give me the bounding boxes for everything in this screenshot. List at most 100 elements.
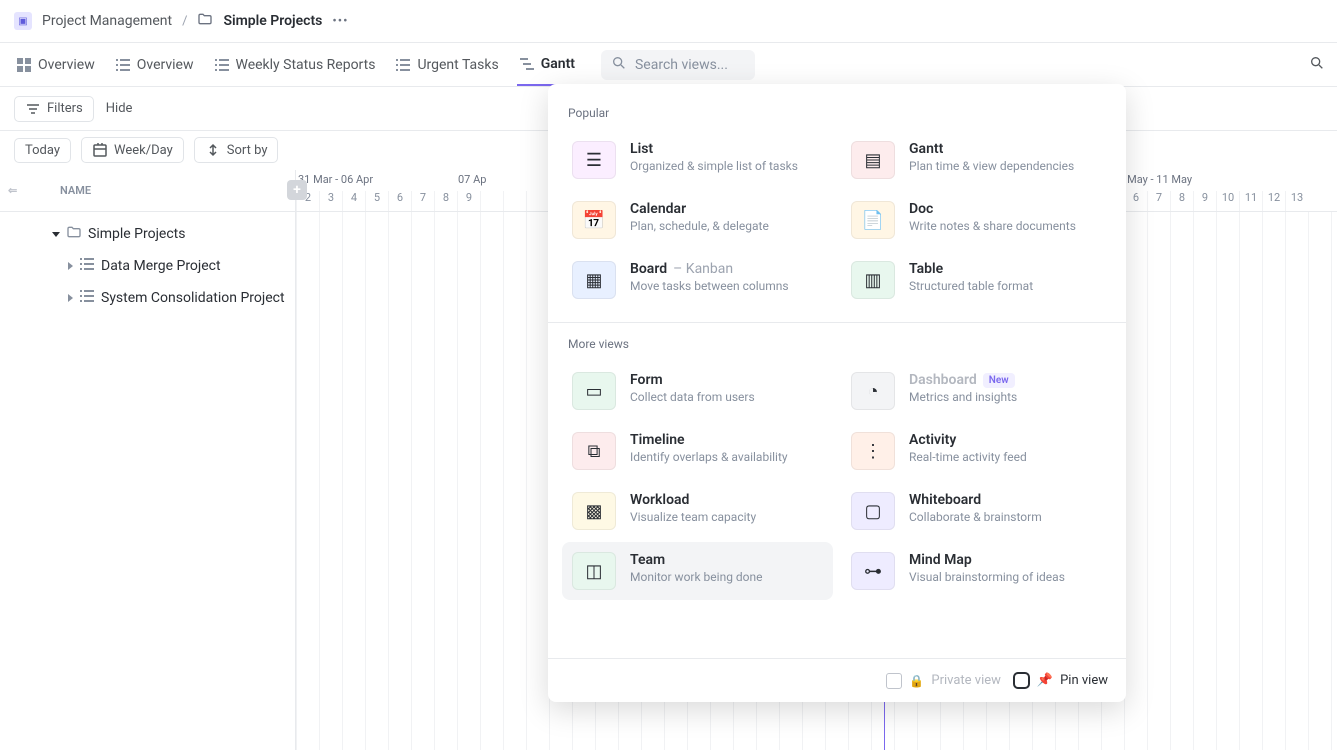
- views-tabs: Overview Overview Weekly Status Reports …: [0, 43, 1337, 87]
- day-cell: 8: [434, 191, 457, 211]
- tab-urgent-tasks[interactable]: Urgent Tasks: [393, 43, 500, 86]
- list-icon: [115, 57, 131, 73]
- day-cell: 7: [411, 191, 434, 211]
- view-option-calendar[interactable]: 📅 CalendarPlan, schedule, & delegate: [562, 191, 833, 249]
- tree-folder-simple-projects[interactable]: Simple Projects: [0, 218, 295, 250]
- date-range-label: 07 Ap: [458, 173, 486, 186]
- doc-thumb-icon: 📄: [851, 201, 895, 239]
- day-cell: 9: [1193, 191, 1216, 211]
- project-tree: Simple Projects Data Merge Project Syste…: [0, 212, 295, 314]
- day-cell: [526, 191, 549, 211]
- view-option-whiteboard[interactable]: ▢ WhiteboardCollaborate & brainstorm: [841, 482, 1112, 540]
- activity-thumb-icon: ⋮: [851, 432, 895, 470]
- day-cell: 6: [388, 191, 411, 211]
- today-button[interactable]: Today: [14, 138, 71, 163]
- tree-item-system-consolidation[interactable]: System Consolidation Project: [0, 282, 295, 314]
- form-thumb-icon: ▭: [572, 372, 616, 410]
- breadcrumb: ▣ Project Management / Simple Projects •…: [0, 0, 1337, 43]
- gantt-sidebar: ⇐ NAME + Simple Projects Data Merge Proj…: [0, 170, 296, 750]
- list-icon: [395, 57, 411, 73]
- checkbox-icon: [1013, 672, 1030, 689]
- dashboard-icon: [16, 57, 32, 73]
- more-menu-button[interactable]: •••: [332, 14, 348, 29]
- breadcrumb-current[interactable]: Simple Projects: [223, 13, 322, 29]
- list-thumb-icon: ☰: [572, 141, 616, 179]
- view-option-table[interactable]: ▥ TableStructured table format: [841, 251, 1112, 309]
- list-icon: [79, 288, 95, 308]
- filters-label: Filters: [47, 101, 83, 116]
- tree-item-label: Data Merge Project: [101, 258, 221, 274]
- name-column-header: ⇐ NAME +: [0, 170, 295, 212]
- tab-label: Urgent Tasks: [417, 57, 498, 73]
- view-option-doc[interactable]: 📄 DocWrite notes & share documents: [841, 191, 1112, 249]
- view-option-gantt[interactable]: ▤ GanttPlan time & view dependencies: [841, 131, 1112, 189]
- day-cell: 8: [1170, 191, 1193, 211]
- timeline-thumb-icon: ⧉: [572, 432, 616, 470]
- tree-item-data-merge[interactable]: Data Merge Project: [0, 250, 295, 282]
- filters-button[interactable]: Filters: [14, 96, 94, 122]
- divider: [548, 322, 1126, 323]
- section-popular: Popular: [548, 98, 1126, 130]
- folder-icon: [66, 224, 82, 244]
- date-range-label: 31 Mar - 06 Apr: [298, 173, 373, 186]
- day-cell: 11: [1239, 191, 1262, 211]
- view-picker-dropdown: Popular ☰ ListOrganized & simple list of…: [548, 84, 1126, 702]
- tab-gantt[interactable]: Gantt: [517, 43, 577, 86]
- add-button[interactable]: +: [287, 180, 307, 200]
- view-picker-scroll[interactable]: Popular ☰ ListOrganized & simple list of…: [548, 84, 1126, 658]
- breadcrumb-workspace[interactable]: Project Management: [42, 13, 172, 29]
- mindmap-thumb-icon: ⊶: [851, 552, 895, 590]
- hide-button[interactable]: Hide: [106, 101, 133, 116]
- day-cell: 9: [457, 191, 480, 211]
- breadcrumb-separator: /: [182, 14, 187, 29]
- weekday-button[interactable]: Week/Day: [81, 137, 184, 163]
- tab-label: Overview: [38, 57, 95, 73]
- chevron-right-icon: [68, 294, 73, 302]
- tree-item-label: System Consolidation Project: [101, 290, 285, 306]
- search-placeholder: Search views...: [635, 57, 728, 73]
- view-option-board[interactable]: ▦ Board – KanbanMove tasks between colum…: [562, 251, 833, 309]
- view-option-mindmap[interactable]: ⊶ Mind MapVisual brainstorming of ideas: [841, 542, 1112, 600]
- day-cell: 7: [1147, 191, 1170, 211]
- tab-overview-dashboard[interactable]: Overview: [14, 43, 97, 86]
- day-cell: 3: [319, 191, 342, 211]
- pin-view-toggle[interactable]: 📌 Pin view: [1013, 672, 1108, 689]
- dropdown-footer: 🔒 Private view 📌 Pin view: [548, 658, 1126, 702]
- day-cell: [480, 191, 503, 211]
- calendar-thumb-icon: 📅: [572, 201, 616, 239]
- chevron-down-icon: [52, 232, 60, 237]
- lock-icon: 🔒: [909, 674, 924, 688]
- board-thumb-icon: ▦: [572, 261, 616, 299]
- tab-weekly-status[interactable]: Weekly Status Reports: [212, 43, 378, 86]
- folder-icon: [197, 11, 213, 31]
- whiteboard-thumb-icon: ▢: [851, 492, 895, 530]
- view-option-activity[interactable]: ⋮ ActivityReal-time activity feed: [841, 422, 1112, 480]
- sortby-button[interactable]: Sort by: [194, 137, 279, 163]
- view-option-form[interactable]: ▭ FormCollect data from users: [562, 362, 833, 420]
- team-thumb-icon: ◫: [572, 552, 616, 590]
- gantt-thumb-icon: ▤: [851, 141, 895, 179]
- view-option-team[interactable]: ◫ TeamMonitor work being done: [562, 542, 833, 600]
- new-badge: New: [983, 373, 1015, 388]
- view-option-list[interactable]: ☰ ListOrganized & simple list of tasks: [562, 131, 833, 189]
- section-more-views: More views: [548, 329, 1126, 361]
- view-option-dashboard[interactable]: ◔ DashboardNewMetrics and insights: [841, 362, 1112, 420]
- tab-label: Gantt: [541, 56, 575, 72]
- tab-label: Weekly Status Reports: [236, 57, 376, 73]
- day-cell: 5: [365, 191, 388, 211]
- view-option-timeline[interactable]: ⧉ TimelineIdentify overlaps & availabili…: [562, 422, 833, 480]
- search-views-input[interactable]: Search views...: [601, 50, 755, 80]
- search-icon: [611, 55, 627, 75]
- collapse-sidebar-icon[interactable]: ⇐: [8, 184, 17, 197]
- list-icon: [214, 57, 230, 73]
- workspace-icon: ▣: [14, 12, 32, 30]
- table-thumb-icon: ▥: [851, 261, 895, 299]
- day-cell: 10: [1216, 191, 1239, 211]
- workload-thumb-icon: ▩: [572, 492, 616, 530]
- dashboard-thumb-icon: ◔: [851, 372, 895, 410]
- private-view-toggle[interactable]: 🔒 Private view: [886, 673, 1001, 689]
- view-option-workload[interactable]: ▩ WorkloadVisualize team capacity: [562, 482, 833, 540]
- search-button[interactable]: [1309, 55, 1325, 75]
- day-cell: 6: [1124, 191, 1147, 211]
- tab-overview-list[interactable]: Overview: [113, 43, 196, 86]
